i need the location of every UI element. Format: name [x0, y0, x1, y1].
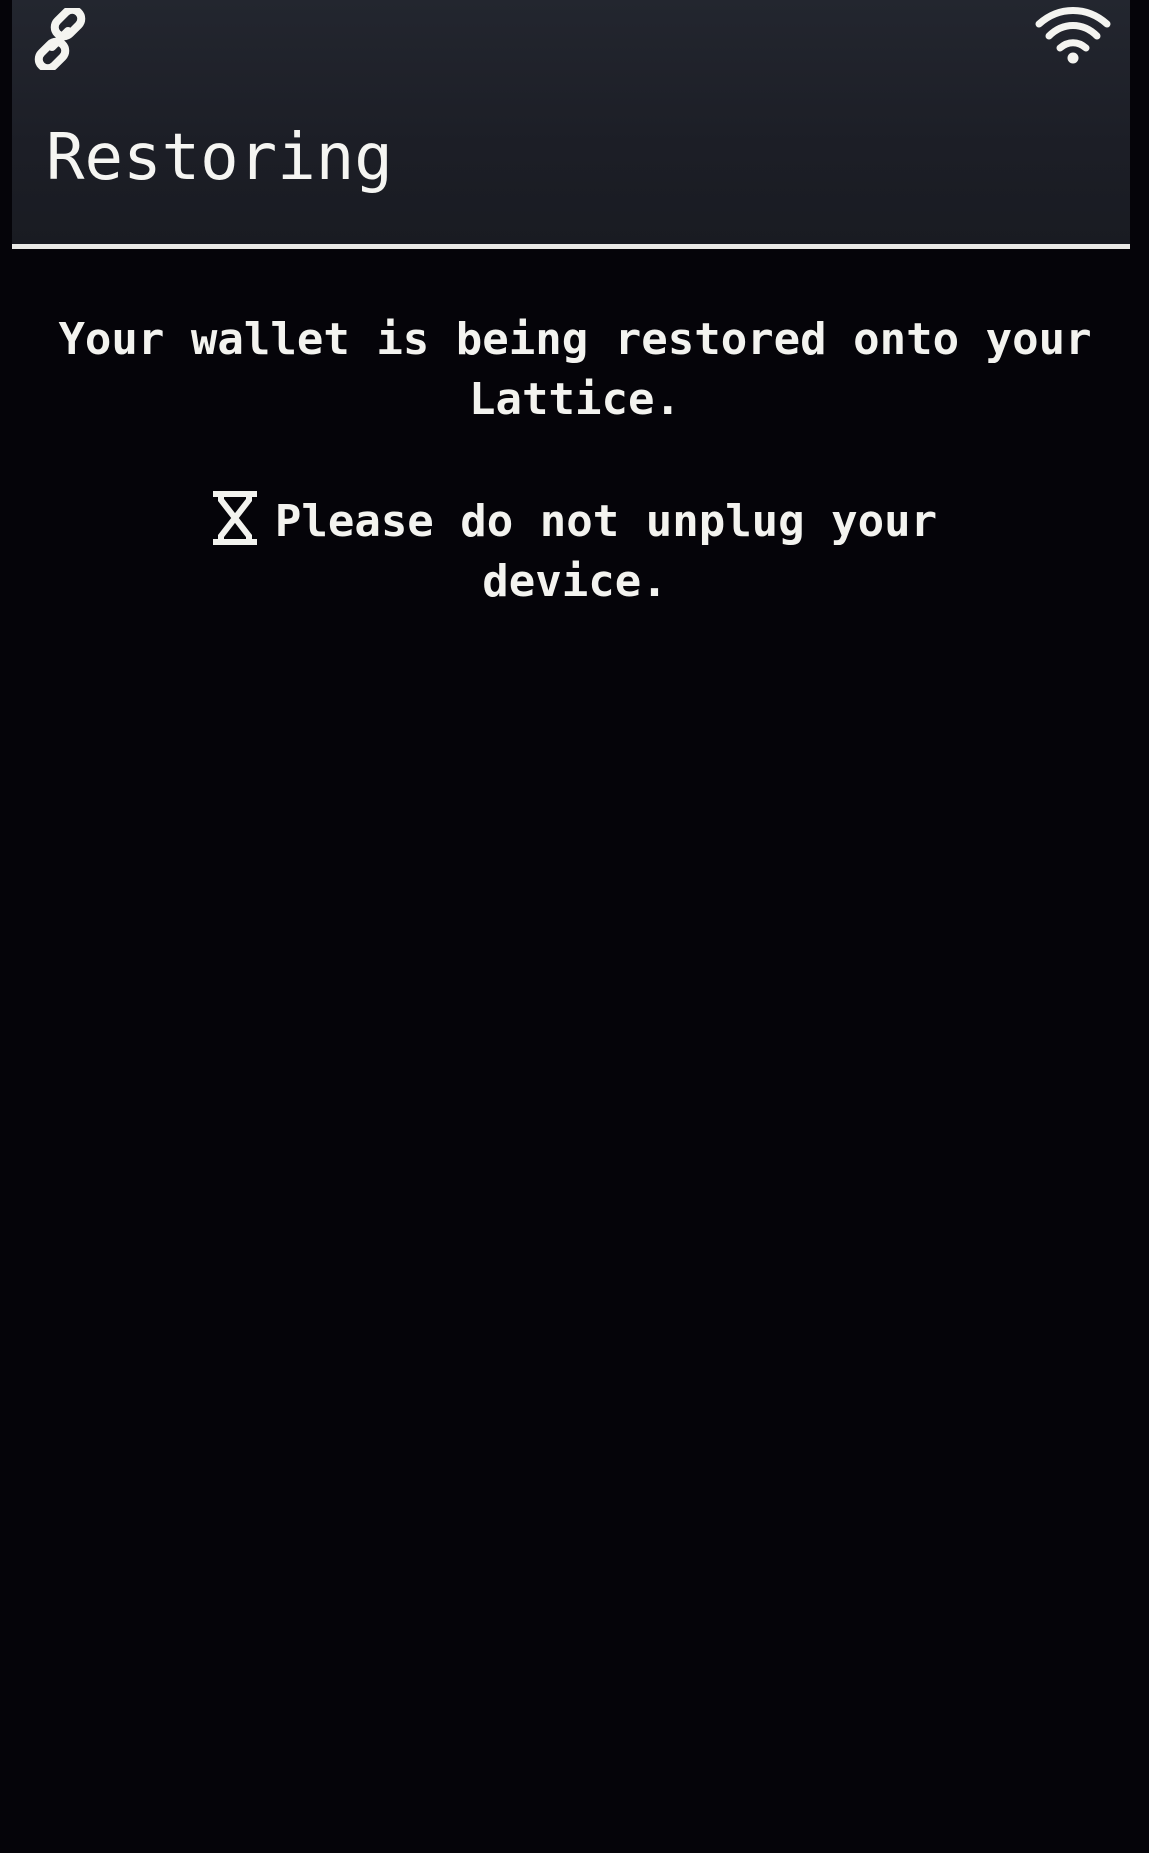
link-icon — [34, 8, 86, 70]
wifi-icon — [1035, 7, 1111, 64]
device-screen: Restoring Your wallet is being restored … — [0, 0, 1149, 1853]
header-bar: Restoring — [12, 0, 1130, 246]
unplug-warning: Please do not unplug your device. — [140, 490, 1010, 612]
header-divider — [12, 244, 1130, 249]
restore-message: Your wallet is being restored onto your … — [58, 314, 1092, 425]
page-title: Restoring — [46, 121, 393, 195]
hourglass-icon — [212, 491, 257, 545]
unplug-warning-text: Please do not unplug your device. — [274, 496, 938, 607]
